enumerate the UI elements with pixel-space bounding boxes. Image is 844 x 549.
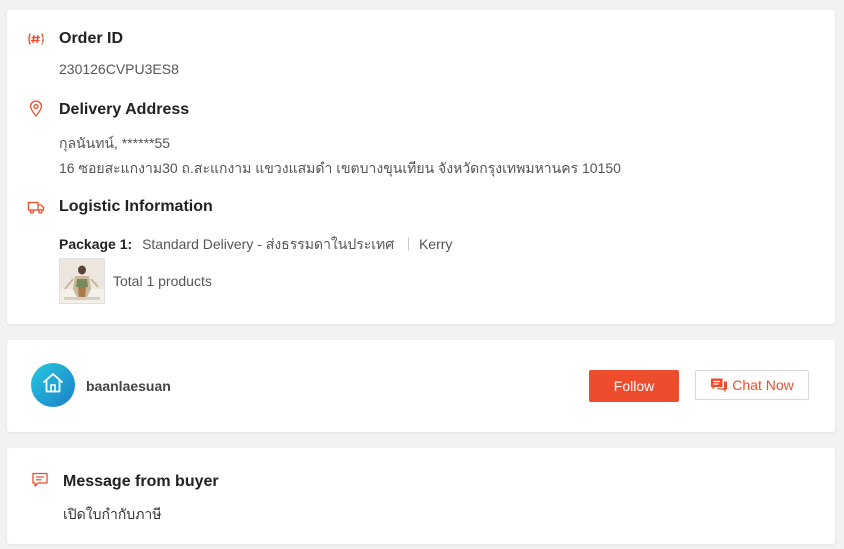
message-icon: [31, 471, 49, 489]
delivery-address-title: Delivery Address: [59, 101, 190, 118]
shop-avatar[interactable]: [31, 363, 75, 407]
truck-icon: [27, 198, 45, 216]
chat-now-button[interactable]: Chat Now: [695, 370, 809, 400]
order-info-card: Order ID 230126CVPU3ES8 Delivery Address…: [7, 10, 835, 324]
package-label: Package 1:: [59, 236, 133, 252]
order-detail-page: Order ID 230126CVPU3ES8 Delivery Address…: [0, 0, 844, 549]
package-separator: [408, 237, 410, 251]
product-thumbnail[interactable]: [59, 258, 105, 304]
package-service: Standard Delivery - ส่งธรรมดาในประเทศ: [142, 236, 395, 252]
logistic-information-title: Logistic Information: [59, 198, 213, 215]
chat-now-label: Chat Now: [732, 377, 794, 393]
buyer-message-text: เปิดใบกำกับภาษี: [63, 506, 162, 522]
order-id-title: Order ID: [59, 30, 124, 47]
chat-bubble-icon: [710, 377, 728, 393]
package-carrier: Kerry: [418, 236, 453, 252]
message-from-buyer-title: Message from buyer: [63, 473, 219, 490]
buyer-message-card: Message from buyer เปิดใบกำกับภาษี: [7, 448, 835, 544]
delivery-address-text: 16 ซอยสะแกงาม30 ถ.สะแกงาม แขวงแสมดำ เขตบ…: [59, 160, 621, 176]
total-products: Total 1 products: [113, 273, 212, 289]
location-pin-icon: [27, 100, 45, 118]
follow-button[interactable]: Follow: [589, 370, 679, 402]
shop-card: baanlaesuan Follow Chat Now: [7, 340, 835, 432]
hash-icon: [27, 30, 45, 48]
house-icon: [40, 370, 66, 401]
order-id-value: 230126CVPU3ES8: [59, 61, 179, 77]
package-line: Package 1: Standard Delivery - ส่งธรรมดา…: [59, 234, 452, 256]
delivery-recipient: กุลนันทน์, ******55: [59, 135, 171, 151]
shop-name[interactable]: baanlaesuan: [86, 378, 171, 394]
